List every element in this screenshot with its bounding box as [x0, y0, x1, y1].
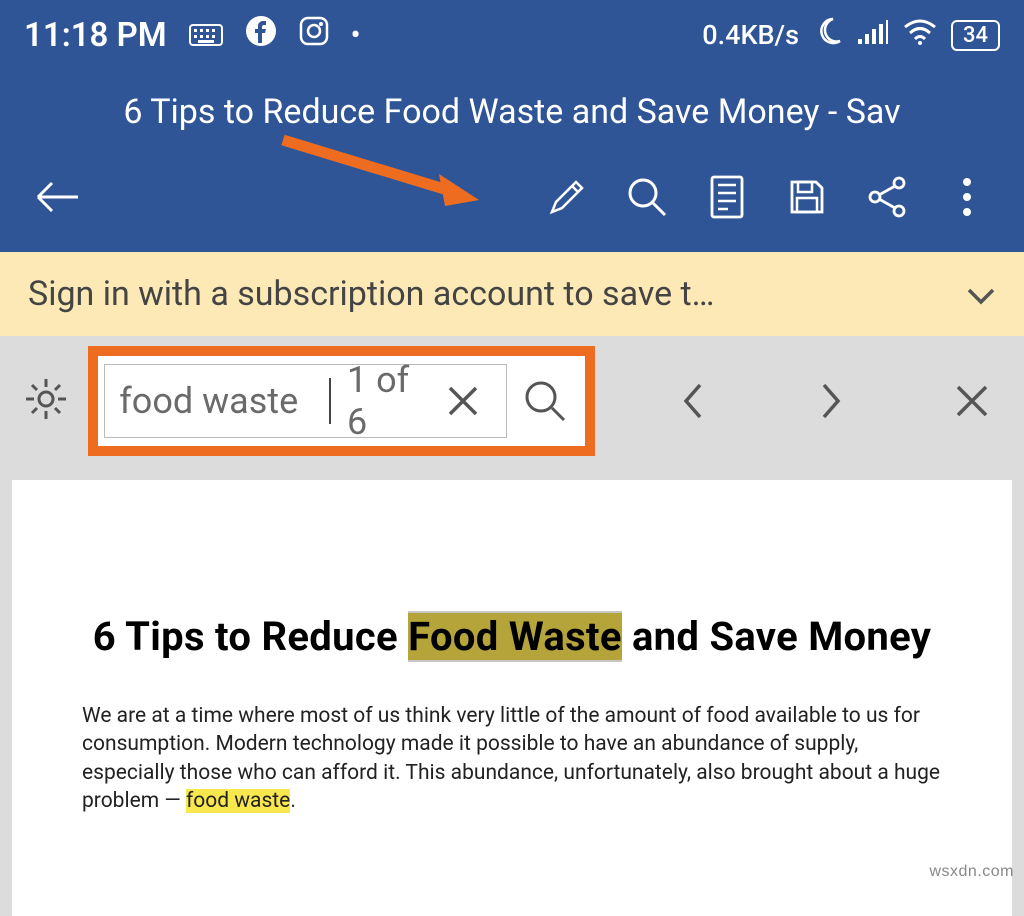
prev-result-button[interactable]: [653, 366, 733, 436]
document-body: We are at a time where most of us think …: [72, 702, 952, 815]
battery-indicator: 34: [951, 20, 1000, 51]
edit-button[interactable]: [532, 162, 602, 232]
document-page: 6 Tips to Reduce Food Waste and Save Mon…: [12, 480, 1012, 916]
toolbar: [0, 162, 1024, 252]
notification-dot: •: [351, 21, 361, 49]
share-button[interactable]: [852, 162, 922, 232]
document-title: 6 Tips to Reduce Food Waste and Save Mon…: [0, 70, 1024, 162]
signin-text: Sign in with a subscription account to s…: [28, 274, 966, 314]
heading-post: and Save Money: [622, 613, 932, 660]
keyboard-icon: [189, 24, 223, 46]
body-highlight: food waste: [186, 789, 290, 813]
data-rate: 0.4KB/s: [702, 19, 799, 51]
more-button[interactable]: [932, 162, 1002, 232]
text-cursor: [329, 378, 331, 424]
search-input[interactable]: [119, 380, 329, 422]
signal-icon: [857, 18, 889, 53]
reader-button[interactable]: [692, 162, 762, 232]
heading-pre: 6 Tips to Reduce: [93, 613, 408, 660]
moon-icon: [813, 16, 843, 54]
instagram-icon: [299, 16, 329, 54]
status-left: 11:18 PM •: [24, 15, 360, 55]
status-right: 0.4KB/s 34: [702, 16, 1000, 54]
clear-search-button[interactable]: [434, 366, 492, 436]
search-result-count: 1 of 6: [347, 359, 426, 443]
next-result-button[interactable]: [791, 366, 871, 436]
heading-highlight: Food Waste: [408, 613, 622, 660]
save-button[interactable]: [772, 162, 842, 232]
gear-icon[interactable]: [24, 377, 68, 425]
back-button[interactable]: [22, 162, 92, 232]
document-viewport[interactable]: 6 Tips to Reduce Food Waste and Save Mon…: [0, 466, 1024, 916]
search-input-container: 1 of 6: [104, 364, 507, 438]
chevron-down-icon: [966, 274, 996, 314]
wifi-icon: [903, 18, 937, 53]
document-heading: 6 Tips to Reduce Food Waste and Save Mon…: [72, 610, 952, 664]
status-bar: 11:18 PM • 0.4KB/s 34: [0, 0, 1024, 70]
signin-banner[interactable]: Sign in with a subscription account to s…: [0, 252, 1024, 336]
body-post: .: [290, 789, 296, 813]
close-search-button[interactable]: [932, 366, 1012, 436]
search-bar: 1 of 6: [0, 336, 1024, 466]
search-highlight-box: 1 of 6: [88, 346, 595, 456]
search-button[interactable]: [612, 162, 682, 232]
watermark: wsxdn.com: [929, 863, 1014, 881]
facebook-icon: [245, 15, 277, 55]
status-time: 11:18 PM: [24, 16, 167, 55]
search-go-button[interactable]: [513, 366, 577, 436]
